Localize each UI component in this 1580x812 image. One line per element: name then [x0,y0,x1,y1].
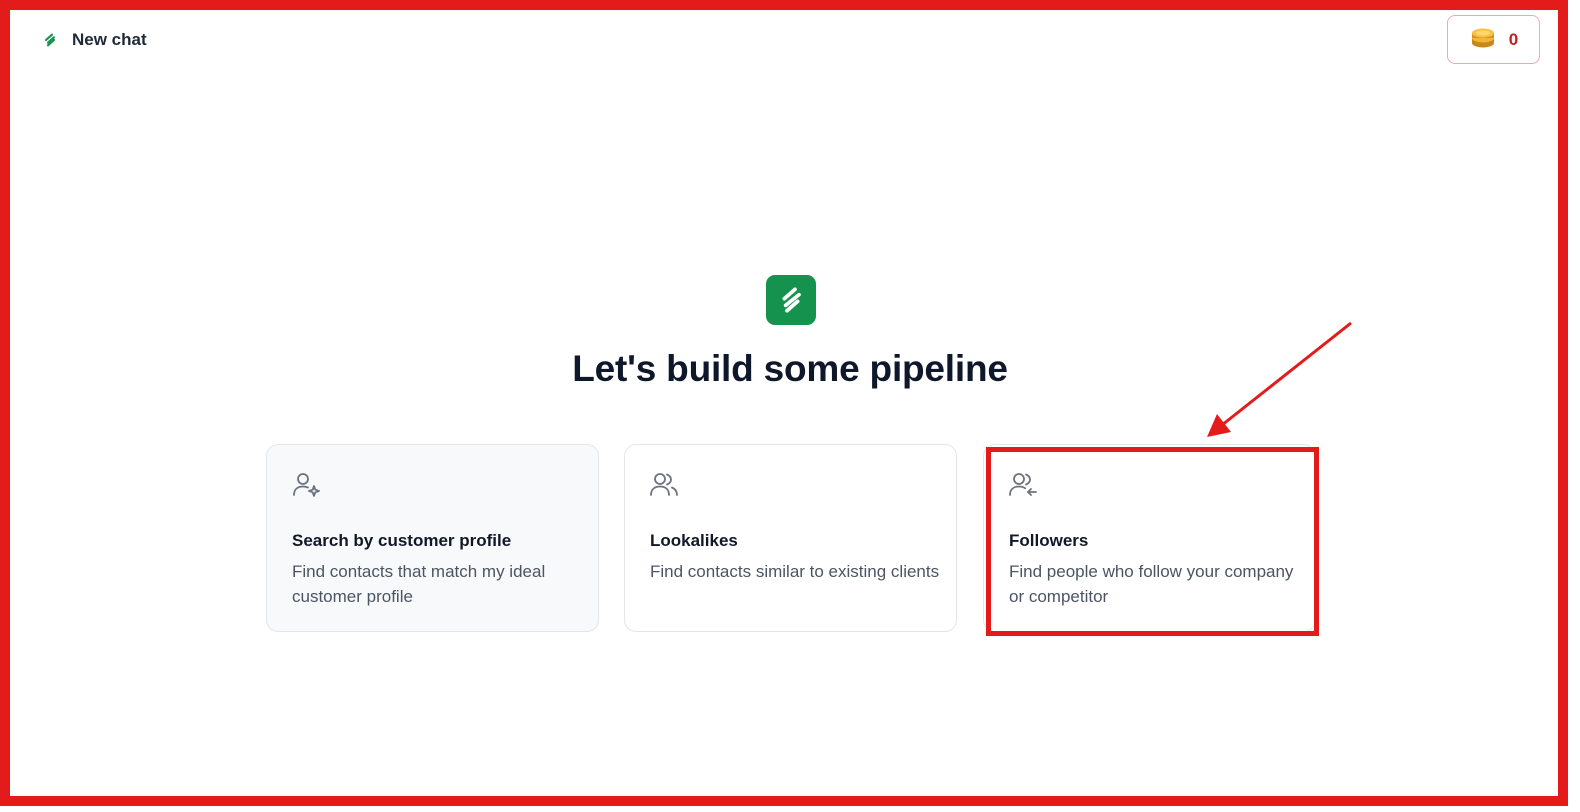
user-sparkle-icon [292,471,322,499]
user-follow-icon [1009,471,1039,499]
card-search-by-customer-profile[interactable]: Search by customer profile Find contacts… [266,444,599,632]
users-icon [650,471,680,499]
brand-logo-icon [40,30,60,50]
page-headline: Let's build some pipeline [572,348,1008,389]
new-chat-label: New chat [72,30,147,49]
card-description: Find people who follow your company or c… [1009,562,1294,606]
card-description: Find contacts similar to existing client… [650,562,940,581]
brand-logo-icon [766,275,816,325]
new-chat-button[interactable]: New chat [40,26,147,54]
credits-button[interactable]: 0 [1447,15,1540,64]
card-title: Search by customer profile [292,531,512,550]
card-title: Followers [1009,531,1089,550]
coins-icon [1469,24,1497,55]
annotation-frame [0,0,1568,806]
credits-count: 0 [1508,29,1519,49]
card-lookalikes[interactable]: Lookalikes Find contacts similar to exis… [624,444,957,632]
card-description: Find contacts that match my ideal custom… [292,562,546,606]
card-followers[interactable]: Followers Find people who follow your co… [983,444,1316,632]
card-title: Lookalikes [650,531,738,550]
annotation-arrow-icon [1207,321,1352,437]
